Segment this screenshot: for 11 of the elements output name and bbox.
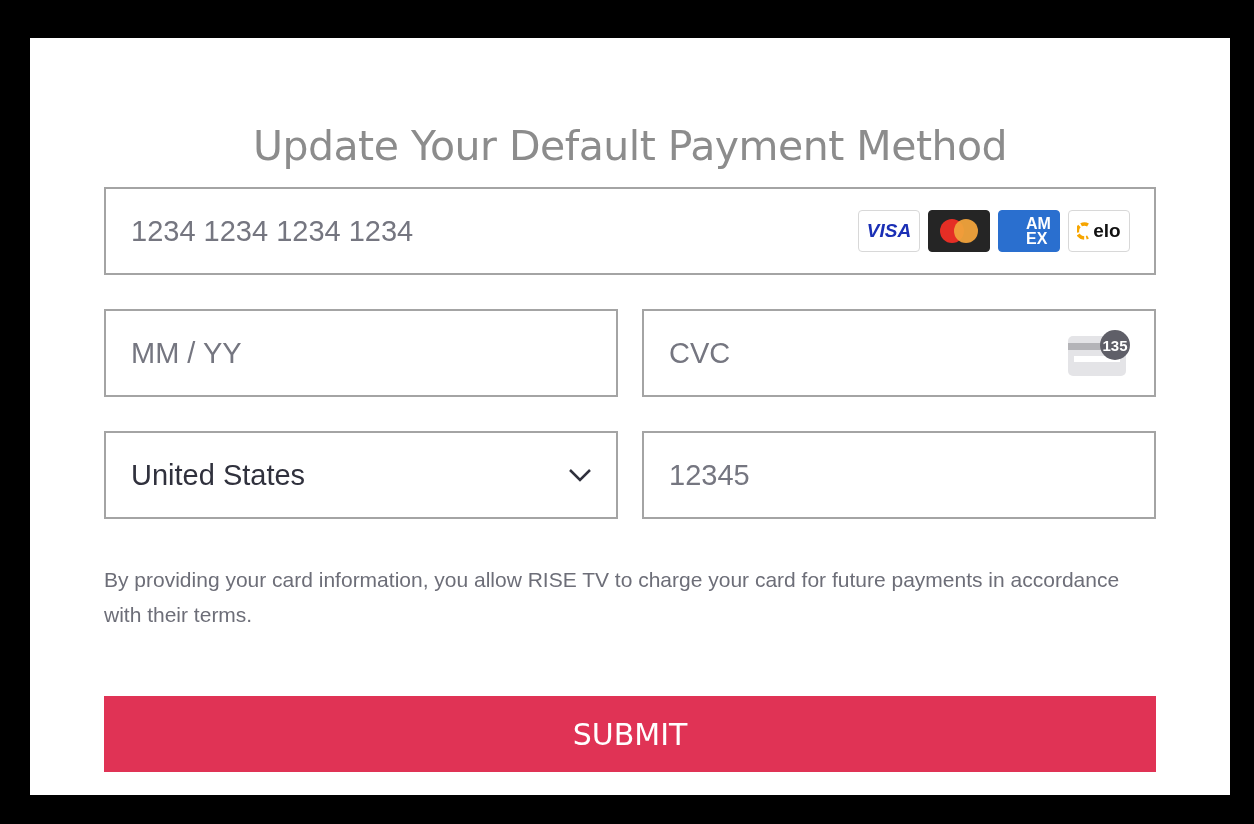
visa-logo: VISA [858, 210, 920, 252]
expiry-field[interactable]: MM / YY [104, 309, 618, 397]
country-select[interactable]: United States [104, 431, 618, 519]
form-title: Update Your Default Payment Method [251, 126, 1009, 167]
chevron-down-icon [568, 468, 592, 482]
mastercard-logo [928, 210, 990, 252]
postal-code-field[interactable]: 12345 [642, 431, 1156, 519]
submit-button[interactable]: SUBMIT [104, 696, 1156, 772]
terms-text: By providing your card information, you allow RISE TV to charge your card for future payments in accordance with their terms. [104, 567, 1121, 628]
amex-logo: AM EX [998, 210, 1060, 252]
elo-logo: elo [1068, 210, 1130, 252]
